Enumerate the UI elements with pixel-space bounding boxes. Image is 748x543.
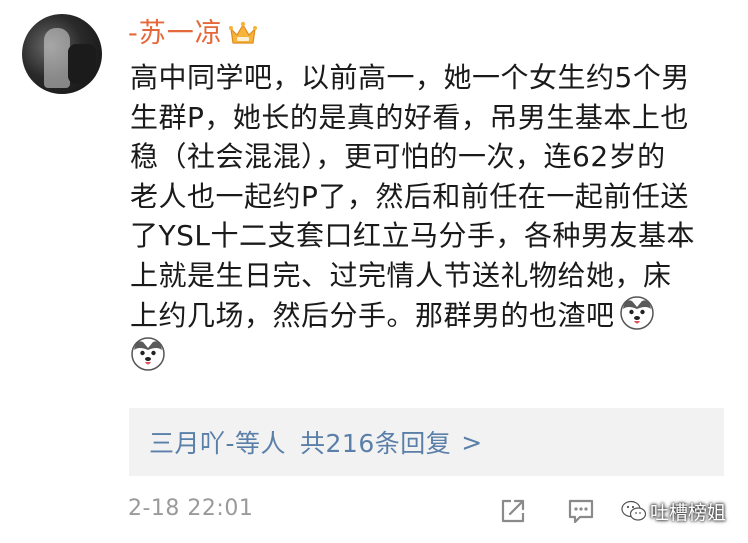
watermark: 吐槽榜姐	[620, 497, 726, 525]
username[interactable]: -苏一凉	[128, 14, 223, 54]
wechat-icon	[621, 500, 647, 521]
comment-body: 高中同学吧，以前高一，她一个女生约5个男 生群P，她长的是真的好看，吊男生基本上…	[130, 58, 710, 376]
comment-last-line: 上约几场，然后分手。那群男的也渣吧	[130, 295, 710, 336]
comment-line: 上约几场，然后分手。那群男的也渣吧	[130, 299, 615, 332]
avatar[interactable]	[22, 14, 102, 94]
comment-line: 上就是生日完、过完情人节送礼物给她，床	[130, 258, 672, 292]
husky-emoji-icon	[619, 296, 654, 330]
watermark-text: 吐槽榜姐	[650, 501, 727, 524]
comment-line: 了YSL十二支套口红立马分手，各种男友基本	[130, 219, 695, 252]
comment-line: 生群P，她长的是真的好看，吊男生基本上也	[130, 100, 689, 134]
replies-link[interactable]: 三月吖-等人 共216条回复	[149, 424, 451, 460]
comment-emoji-line	[130, 336, 710, 377]
reply-count: 共216条回复	[300, 429, 452, 458]
chevron-right-icon: >	[461, 427, 483, 457]
reply-users: 三月吖-等人	[149, 429, 287, 458]
comment-timestamp: 2-18 22:01	[128, 496, 254, 521]
comment-header: -苏一凉	[128, 14, 257, 54]
crown-icon	[228, 21, 257, 44]
comment-line: 稳（社会混混），更可怕的一次，连62岁的	[130, 140, 666, 173]
replies-preview[interactable]: 三月吖-等人 共216条回复 >	[129, 408, 724, 476]
share-icon[interactable]	[498, 496, 528, 526]
husky-emoji-icon	[131, 336, 165, 371]
comment-icon[interactable]	[566, 496, 596, 526]
comment-line: 高中同学吧，以前高一，她一个女生约5个男	[130, 61, 690, 94]
comment-line: 老人也一起约P了，然后和前任在一起前任送	[130, 179, 689, 213]
